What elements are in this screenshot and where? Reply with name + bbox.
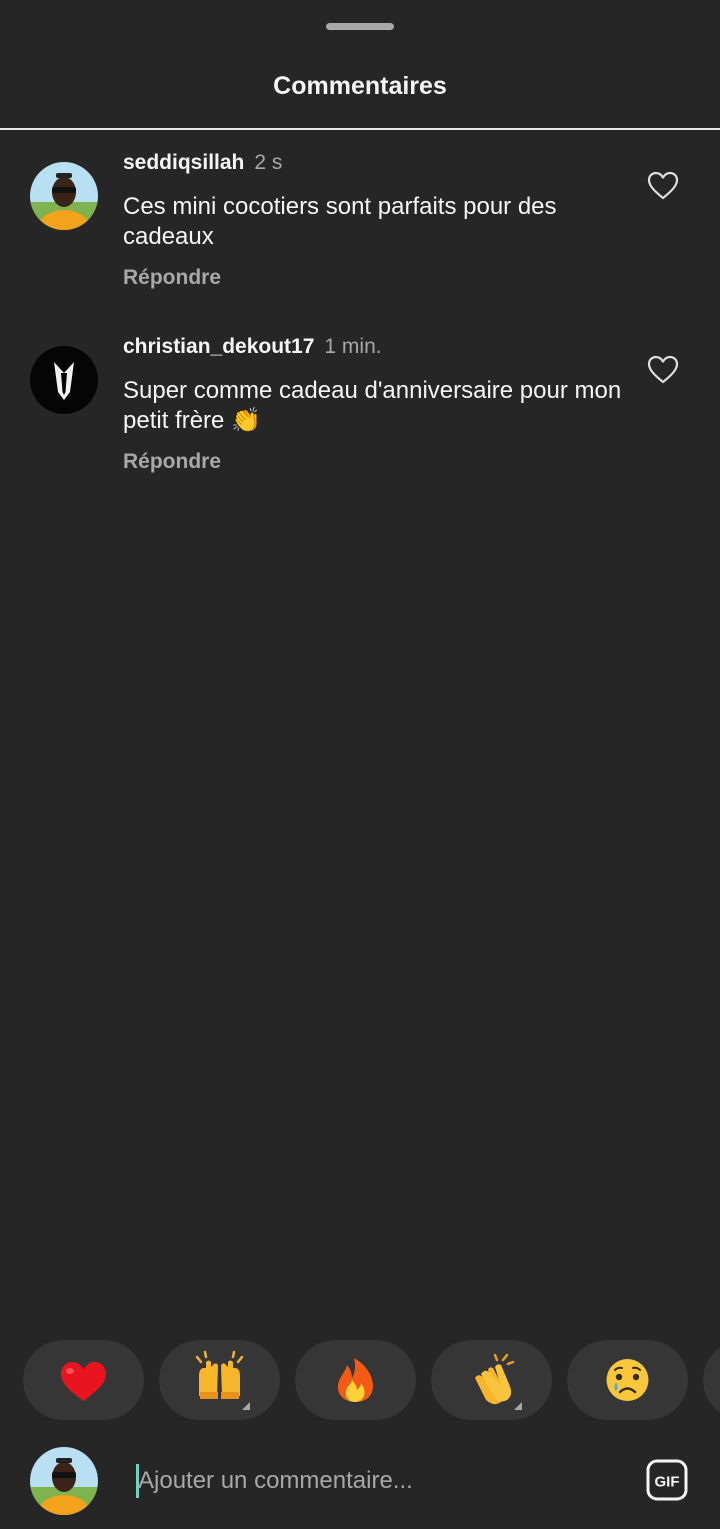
comment-text: Super comme cadeau d'anniversaire pour m…	[123, 377, 622, 434]
quick-reactions-bar	[23, 1340, 720, 1420]
crying-face-icon	[606, 1359, 649, 1401]
avatar-photo	[30, 162, 98, 230]
comment-input[interactable]	[138, 1460, 618, 1502]
reply-button[interactable]: Répondre	[123, 450, 623, 474]
reaction-raising-hands-button[interactable]	[159, 1340, 280, 1420]
comment-body: seddiqsillah 2 s Ces mini cocotiers sont …	[123, 150, 623, 290]
drag-handle[interactable]	[326, 23, 394, 30]
gif-label: GIF	[655, 1474, 680, 1491]
raising-hands-icon	[195, 1350, 244, 1399]
reaction-red-heart-button[interactable]	[23, 1340, 144, 1420]
avatar-photo	[30, 1447, 98, 1515]
comment-text: Ces mini cocotiers sont parfaits pour de…	[123, 193, 557, 250]
variants-indicator	[514, 1402, 522, 1410]
heart-outline-icon[interactable]	[647, 355, 679, 385]
comment-username[interactable]: seddiqsillah	[123, 151, 244, 174]
heart-outline-icon[interactable]	[647, 171, 679, 201]
reply-button[interactable]: Répondre	[123, 266, 623, 290]
avatar-photo	[30, 346, 98, 414]
clapping-hands-icon	[475, 1353, 515, 1405]
comment-body: christian_dekout17 1 min. Super comme cad…	[123, 334, 623, 474]
reaction-crying-face-button[interactable]	[567, 1340, 688, 1420]
comment-timestamp: 1 min.	[324, 335, 382, 358]
avatar[interactable]	[30, 162, 98, 230]
current-user-avatar	[30, 1447, 98, 1515]
reaction-more-button[interactable]	[703, 1340, 720, 1420]
comment-composer: GIF	[0, 1440, 720, 1529]
comment-timestamp: 2 s	[254, 151, 283, 174]
avatar[interactable]	[30, 346, 98, 414]
reaction-fire-button[interactable]	[295, 1340, 416, 1420]
fire-icon	[337, 1358, 373, 1402]
sheet-title: Commentaires	[273, 72, 447, 100]
comments-sheet: Commentaires seddiqsillah 2 s Ces mini co…	[0, 0, 720, 1529]
comment-username[interactable]: christian_dekout17	[123, 335, 314, 358]
variants-indicator	[242, 1402, 250, 1410]
gif-button[interactable]: GIF	[646, 1459, 688, 1501]
header-divider	[0, 128, 720, 130]
reaction-clapping-hands-button[interactable]	[431, 1340, 552, 1420]
red-heart-icon	[61, 1362, 106, 1401]
